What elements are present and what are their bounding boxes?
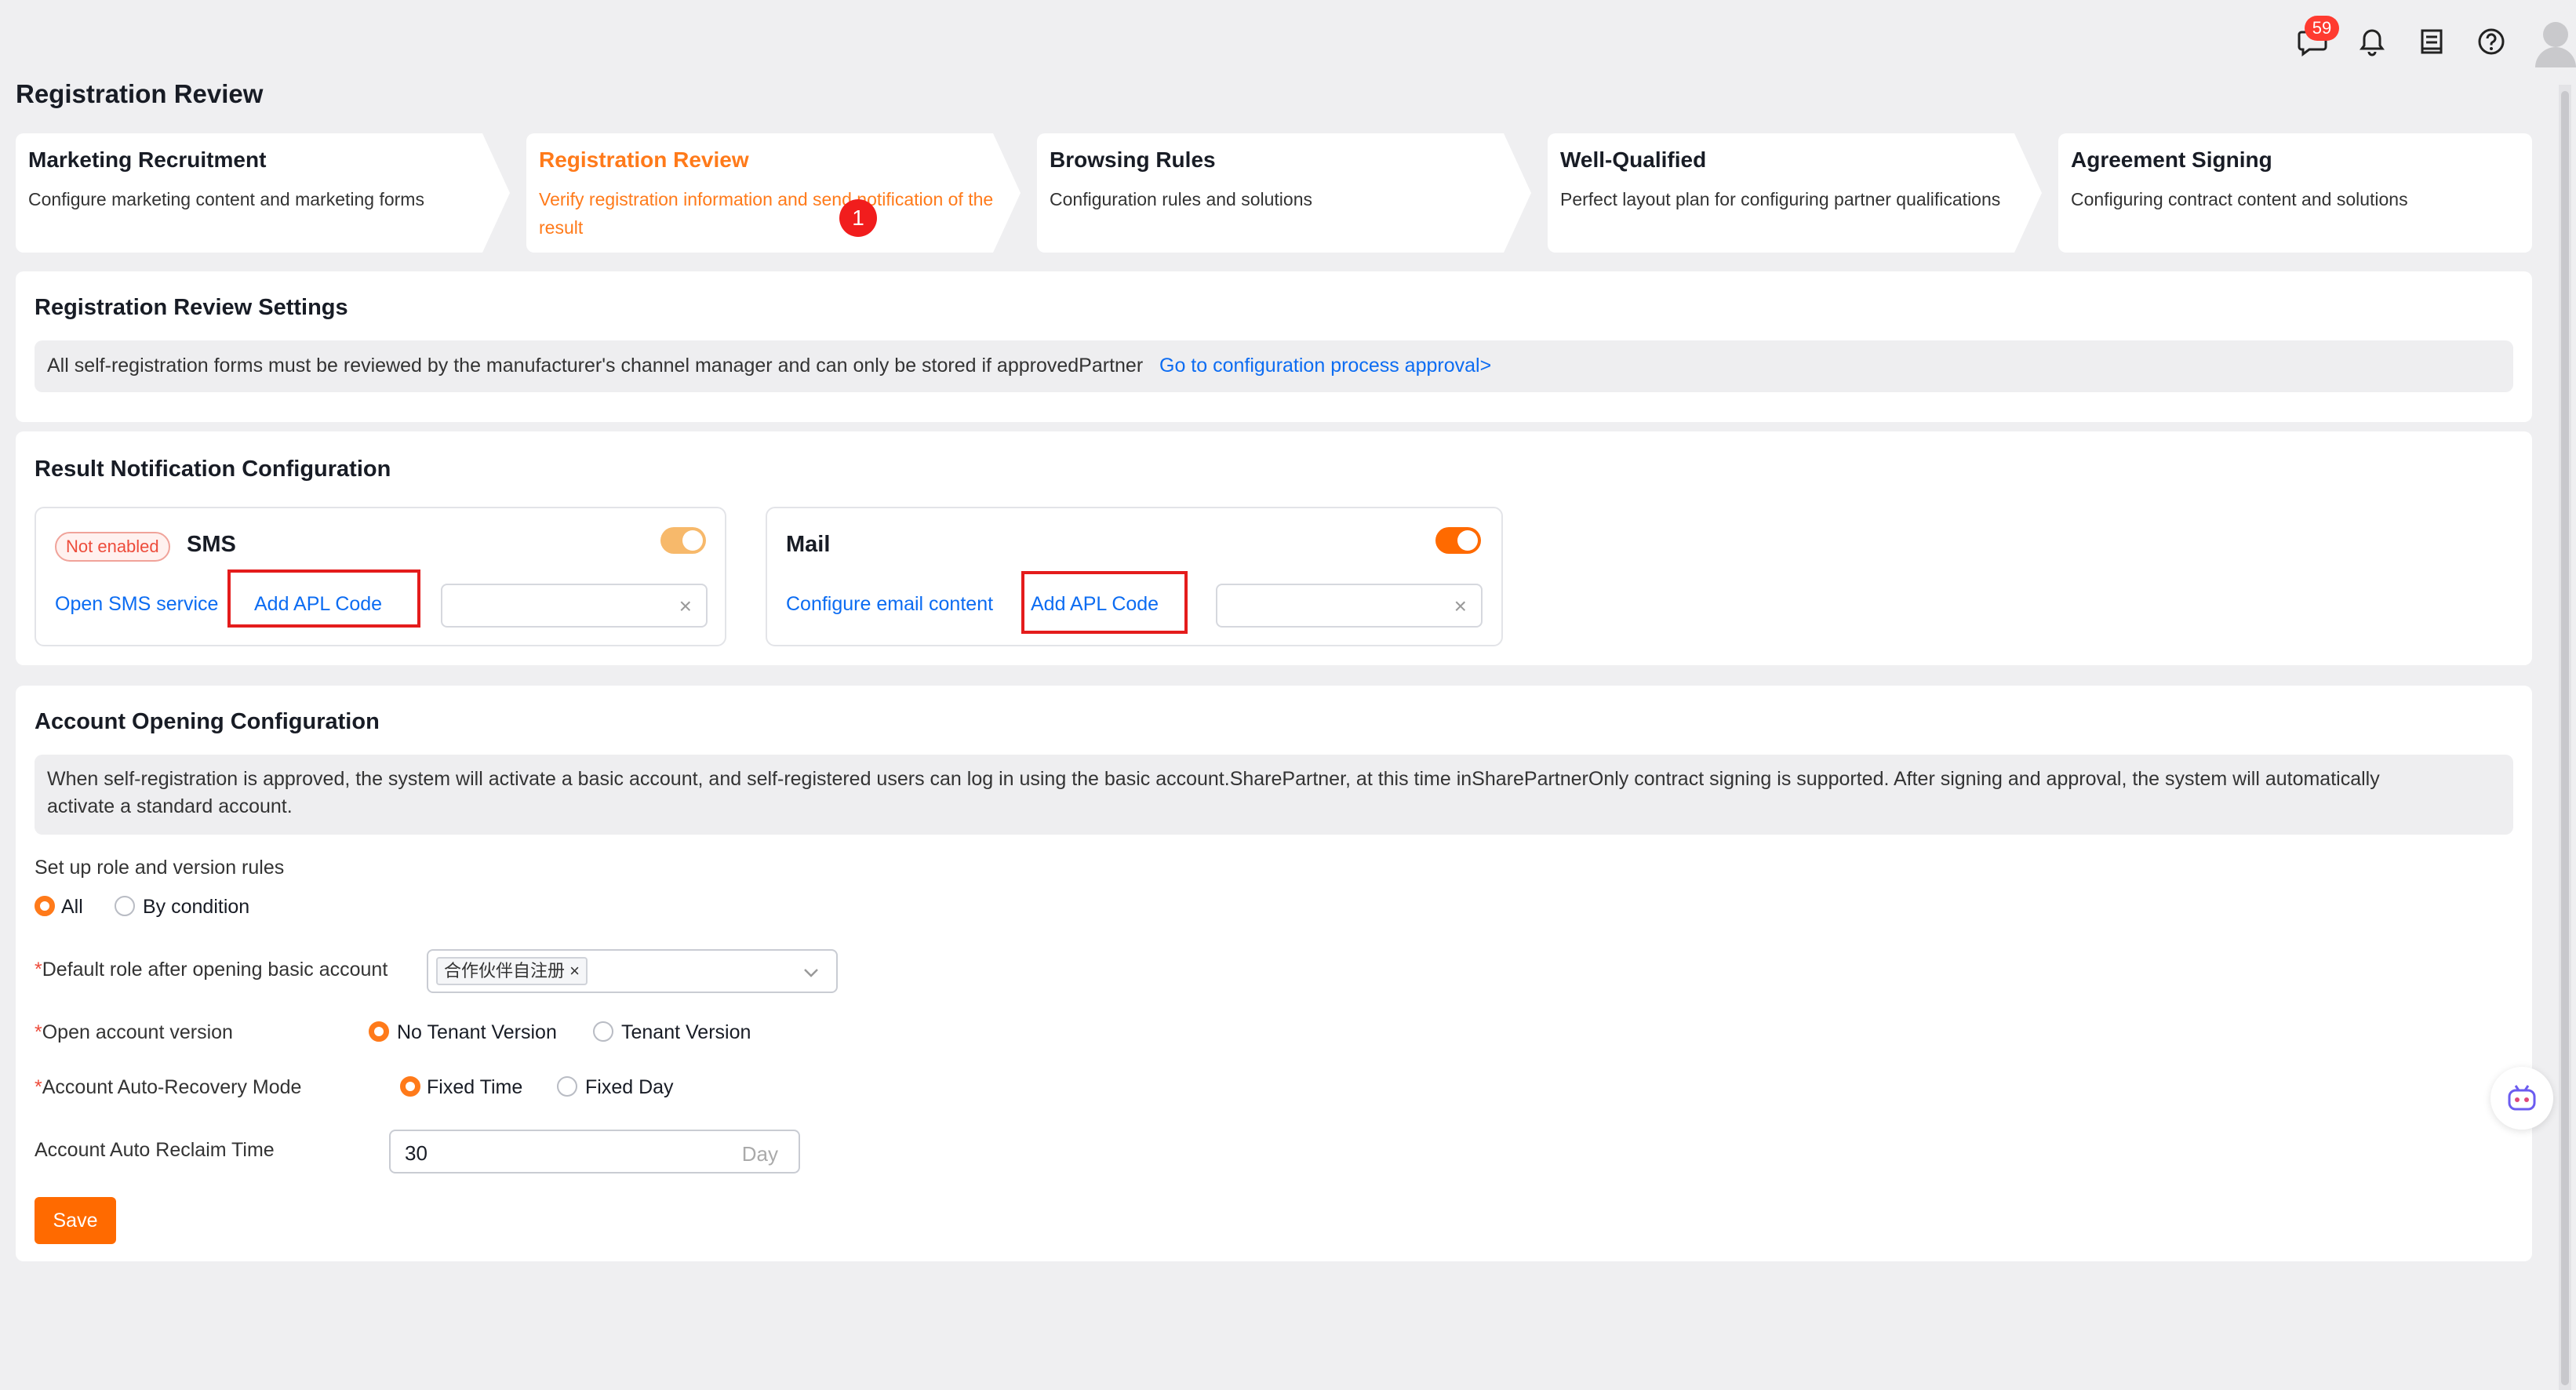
sms-title: SMS: [187, 532, 236, 557]
label-text: Open account version: [42, 1021, 233, 1043]
fixed-time-radio[interactable]: [400, 1076, 420, 1097]
bell-icon[interactable]: [2354, 24, 2390, 60]
recovery-option-label[interactable]: Fixed Day: [585, 1076, 674, 1099]
label-text: Default role after opening basic account: [42, 959, 388, 981]
config-approval-link[interactable]: Go to configuration process approval>: [1159, 355, 1491, 377]
notice-line: activate a standard account.: [47, 795, 293, 817]
rules-label: Set up role and version rules: [35, 857, 285, 879]
rules-option-label[interactable]: All: [61, 896, 83, 919]
message-count-badge: 59: [2305, 16, 2339, 41]
role-chip[interactable]: 合作伙伴自注册 ×: [436, 957, 588, 985]
reclaim-time-label: Account Auto Reclaim Time: [35, 1139, 275, 1161]
step-title: Registration Review: [539, 147, 749, 172]
section-title: Account Opening Configuration: [35, 709, 380, 734]
default-role-label: *Default role after opening basic accoun…: [35, 959, 387, 981]
notice-text: All self-registration forms must be revi…: [47, 355, 1144, 377]
review-notice: All self-registration forms must be revi…: [35, 340, 2513, 392]
save-button[interactable]: Save: [35, 1197, 116, 1244]
step-description: Verify registration information and send…: [539, 189, 994, 238]
mail-title: Mail: [786, 532, 831, 557]
step-description: Perfect layout plan for configuring part…: [1560, 189, 2001, 209]
book-icon[interactable]: [2414, 24, 2450, 60]
step-description: Configure marketing content and marketin…: [28, 189, 424, 209]
rules-by-condition-radio[interactable]: [115, 896, 135, 916]
avatar[interactable]: [2532, 17, 2576, 67]
step-browsing-rules[interactable]: Browsing Rules Configuration rules and s…: [1037, 133, 1532, 253]
top-bar: 59: [0, 0, 2576, 78]
recovery-mode-label: *Account Auto-Recovery Mode: [35, 1076, 301, 1099]
step-agreement-signing[interactable]: Agreement Signing Configuring contract c…: [2058, 133, 2532, 253]
open-sms-service-link[interactable]: Open SMS service: [55, 593, 218, 616]
page-title: Registration Review: [16, 79, 264, 108]
account-notice: When self-registration is approved, the …: [35, 755, 2513, 835]
configure-email-content-link[interactable]: Configure email content: [786, 593, 993, 616]
step-registration-review[interactable]: Registration Review Verify registration …: [526, 133, 1021, 253]
version-option-label[interactable]: No Tenant Version: [397, 1021, 557, 1044]
sms-card: Not enabled SMS Open SMS service Add APL…: [35, 507, 726, 646]
annotation-marker: 1: [839, 199, 877, 237]
notice-line: When self-registration is approved, the …: [47, 768, 2380, 790]
mail-toggle[interactable]: [1435, 527, 1481, 554]
toggle-knob: [682, 530, 703, 551]
step-description: Configuring contract content and solutio…: [2071, 189, 2408, 209]
input-value: 30: [405, 1141, 428, 1165]
account-version-label: *Open account version: [35, 1021, 233, 1044]
step-description: Configuration rules and solutions: [1050, 189, 1312, 209]
toggle-knob: [1457, 530, 1478, 551]
version-option-label[interactable]: Tenant Version: [621, 1021, 751, 1044]
status-badge: Not enabled: [55, 532, 170, 562]
section-title: Result Notification Configuration: [35, 457, 391, 482]
help-icon[interactable]: [2473, 24, 2509, 60]
rules-all-radio[interactable]: [35, 896, 55, 916]
assistant-bot-icon[interactable]: [2490, 1067, 2553, 1130]
sms-toggle[interactable]: [660, 527, 706, 554]
clear-icon[interactable]: ×: [679, 595, 692, 617]
step-title: Well-Qualified: [1560, 147, 1707, 172]
reclaim-time-input[interactable]: 30 Day: [389, 1130, 800, 1173]
tenant-version-radio[interactable]: [593, 1021, 613, 1042]
no-tenant-version-radio[interactable]: [369, 1021, 389, 1042]
required-mark: *: [35, 1076, 42, 1098]
clear-icon[interactable]: ×: [1454, 595, 1467, 617]
recovery-option-label[interactable]: Fixed Time: [427, 1076, 522, 1099]
notification-panel: Result Notification Configuration Not en…: [16, 431, 2532, 665]
label-text: Account Auto-Recovery Mode: [42, 1076, 302, 1098]
vertical-scrollbar[interactable]: [2559, 85, 2571, 1390]
required-mark: *: [35, 1021, 42, 1043]
mail-apl-code-input[interactable]: ×: [1216, 584, 1483, 628]
mail-card: Mail Configure email content Add APL Cod…: [766, 507, 1503, 646]
step-title: Marketing Recruitment: [28, 147, 267, 172]
review-settings-panel: Registration Review Settings All self-re…: [16, 271, 2532, 422]
step-marketing-recruitment[interactable]: Marketing Recruitment Configure marketin…: [16, 133, 511, 253]
section-title: Registration Review Settings: [35, 295, 348, 320]
sms-add-apl-code-link[interactable]: Add APL Code: [254, 593, 382, 616]
required-mark: *: [35, 959, 42, 981]
unit-label: Day: [741, 1142, 778, 1166]
step-well-qualified[interactable]: Well-Qualified Perfect layout plan for c…: [1548, 133, 2043, 253]
account-opening-panel: Account Opening Configuration When self-…: [16, 686, 2532, 1261]
scrollbar-thumb[interactable]: [2561, 91, 2569, 1385]
mail-add-apl-code-link[interactable]: Add APL Code: [1031, 593, 1159, 616]
step-title: Agreement Signing: [2071, 147, 2272, 172]
step-title: Browsing Rules: [1050, 147, 1216, 172]
default-role-select[interactable]: 合作伙伴自注册 ×: [427, 949, 838, 993]
rules-option-label[interactable]: By condition: [143, 896, 249, 919]
fixed-day-radio[interactable]: [557, 1076, 577, 1097]
sms-apl-code-input[interactable]: ×: [441, 584, 708, 628]
chevron-down-icon: [804, 969, 818, 977]
